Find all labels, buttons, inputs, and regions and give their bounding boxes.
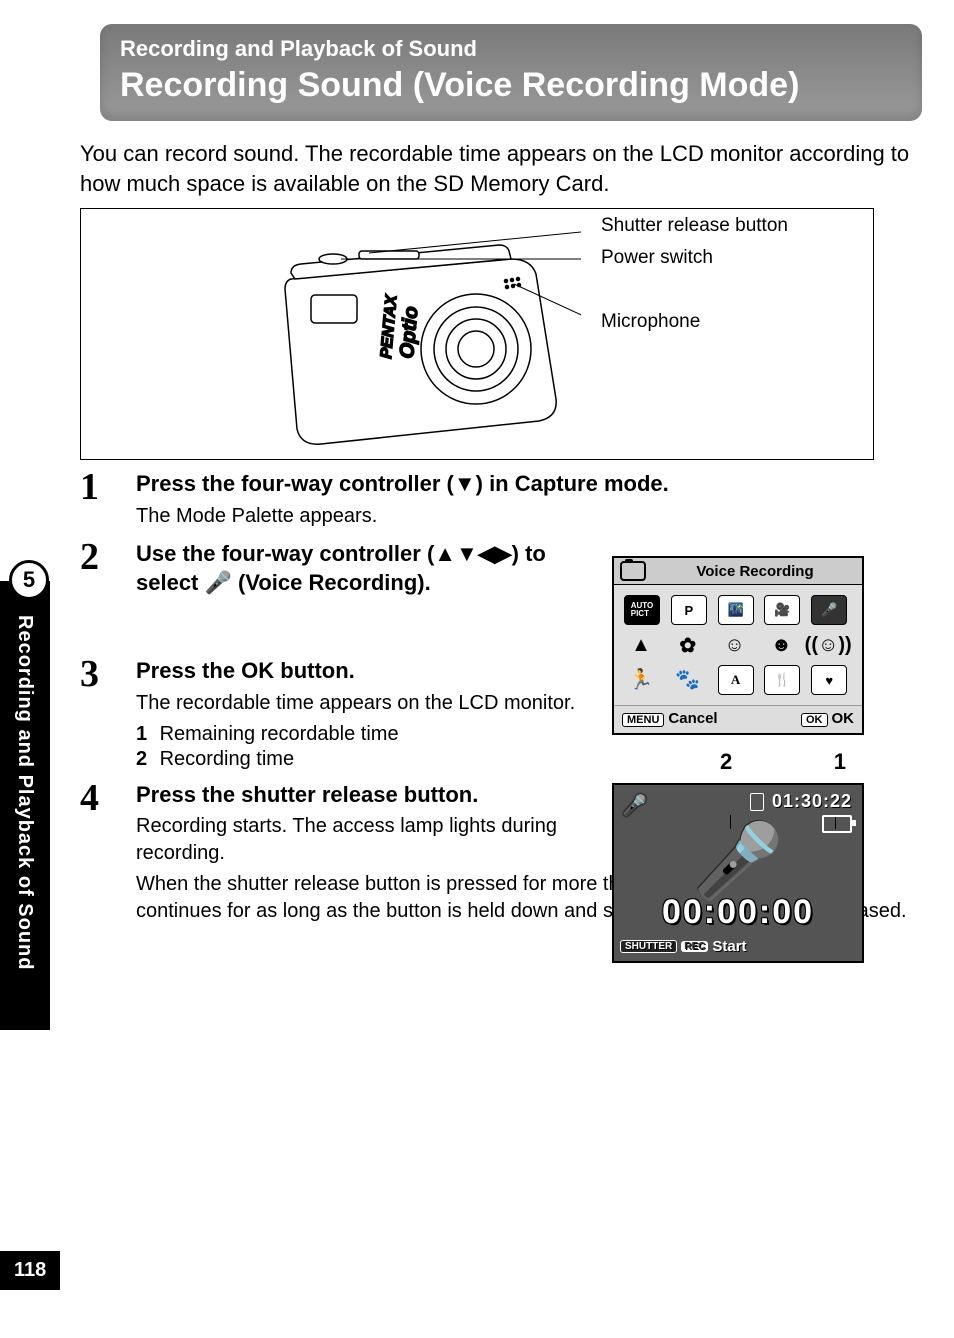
shutter-chip: SHUTTER (620, 940, 677, 953)
recording-time: 00:00:00 (614, 893, 862, 932)
food-icon: 🍴 (764, 665, 800, 695)
chapter-number-badge: 5 (9, 560, 49, 600)
card-icon (750, 793, 764, 811)
frame-icon: ♥ (811, 665, 847, 695)
callout-label-1: 1 (834, 749, 846, 775)
step-sublist: 1 Remaining recordable time 2 Recording … (136, 723, 614, 771)
camera-icon (620, 561, 646, 581)
palette-title: Voice Recording (654, 563, 856, 580)
callout-shutter: Shutter release button (601, 215, 788, 237)
step-number: 3 (80, 657, 114, 691)
menu-chip: MENU (622, 713, 664, 727)
sublist-num: 1 (136, 723, 154, 746)
ok-chip: OK (801, 713, 828, 727)
callout-power: Power switch (601, 247, 713, 269)
cancel-label: Cancel (668, 710, 717, 727)
step-1: 1 Press the four-way controller (▼) in C… (80, 470, 914, 530)
step-title: Press the OK button. (136, 657, 614, 686)
page-title: Recording Sound (Voice Recording Mode) (120, 66, 902, 105)
palette-ok: OK OK (801, 710, 854, 727)
flower-icon: ✿ (671, 631, 705, 659)
sublist-num: 2 (136, 748, 154, 771)
soft-icon: ((☺)) (811, 631, 845, 659)
sublist-text: Recording time (160, 748, 295, 770)
sport-icon: 🏃 (624, 665, 658, 693)
section-label: Recording and Playback of Sound (120, 36, 902, 62)
ok-label: OK (832, 710, 855, 727)
callout-mic: Microphone (601, 311, 700, 333)
pet-icon: 🐾 (671, 665, 705, 693)
step-desc: The Mode Palette appears. (136, 503, 914, 530)
lcd-previews: Voice Recording AUTOPICT P 🌃 🎥 🎤 ▲ ✿ ☺ ☻ ((☺)) 🏃 🐾 A… (612, 556, 864, 963)
night-scene-icon: 🌃 (718, 595, 754, 625)
voice-rec-icon: 🎤 (811, 595, 847, 625)
mic-icon: 🎤 (622, 793, 647, 818)
step-title: Press the four-way controller (▼) in Cap… (136, 470, 914, 499)
portrait-icon: ☺ (718, 631, 752, 659)
camera-illustration: PENTAX Optio (261, 229, 581, 449)
intro-text: You can record sound. The recordable tim… (80, 139, 914, 198)
callout-label-2: 2 (720, 749, 732, 775)
battery-icon (822, 815, 852, 833)
lcd-footer: SHUTTER REC Start (620, 938, 747, 955)
remaining-time: 01:30:22 (772, 791, 852, 812)
step-number: 4 (80, 781, 114, 815)
camera-diagram: PENTAX Optio Shutter release button Powe… (80, 208, 874, 460)
side-chapter-tab: 5 Recording and Playback of Sound (0, 560, 58, 1030)
auto-pict-icon: AUTOPICT (624, 595, 660, 625)
rec-chip: REC (681, 941, 708, 952)
step-number: 2 (80, 540, 114, 574)
chapter-header: Recording and Playback of Sound Recordin… (100, 24, 922, 121)
sublist-text: Remaining recordable time (160, 723, 399, 745)
text-icon: A (718, 665, 754, 695)
lcd-callout-labels: 2 1 (612, 749, 864, 783)
page-number: 118 (0, 1251, 60, 1290)
big-mic-icon: 🎤 (693, 825, 783, 897)
step-desc: The recordable time appears on the LCD m… (136, 690, 614, 717)
surf-snow-icon: ☻ (764, 631, 798, 659)
movie-icon: 🎥 (764, 595, 800, 625)
program-icon: P (671, 595, 707, 625)
svg-text:Optio: Optio (396, 306, 422, 360)
palette-cancel: MENU Cancel (622, 710, 718, 727)
chapter-side-label: Recording and Playback of Sound (13, 615, 36, 971)
step-title: Use the four-way controller (▲▼◀▶) to se… (136, 540, 614, 597)
mode-palette-screen: Voice Recording AUTOPICT P 🌃 🎥 🎤 ▲ ✿ ☺ ☻ ((☺)) 🏃 🐾 A… (612, 556, 864, 735)
start-label: Start (712, 938, 746, 955)
landscape-icon: ▲ (624, 631, 658, 659)
recording-lcd-screen: 🎤 01:30:22 🎤 00:00:00 SHUTTER REC Start (612, 783, 864, 963)
step-number: 1 (80, 470, 114, 504)
